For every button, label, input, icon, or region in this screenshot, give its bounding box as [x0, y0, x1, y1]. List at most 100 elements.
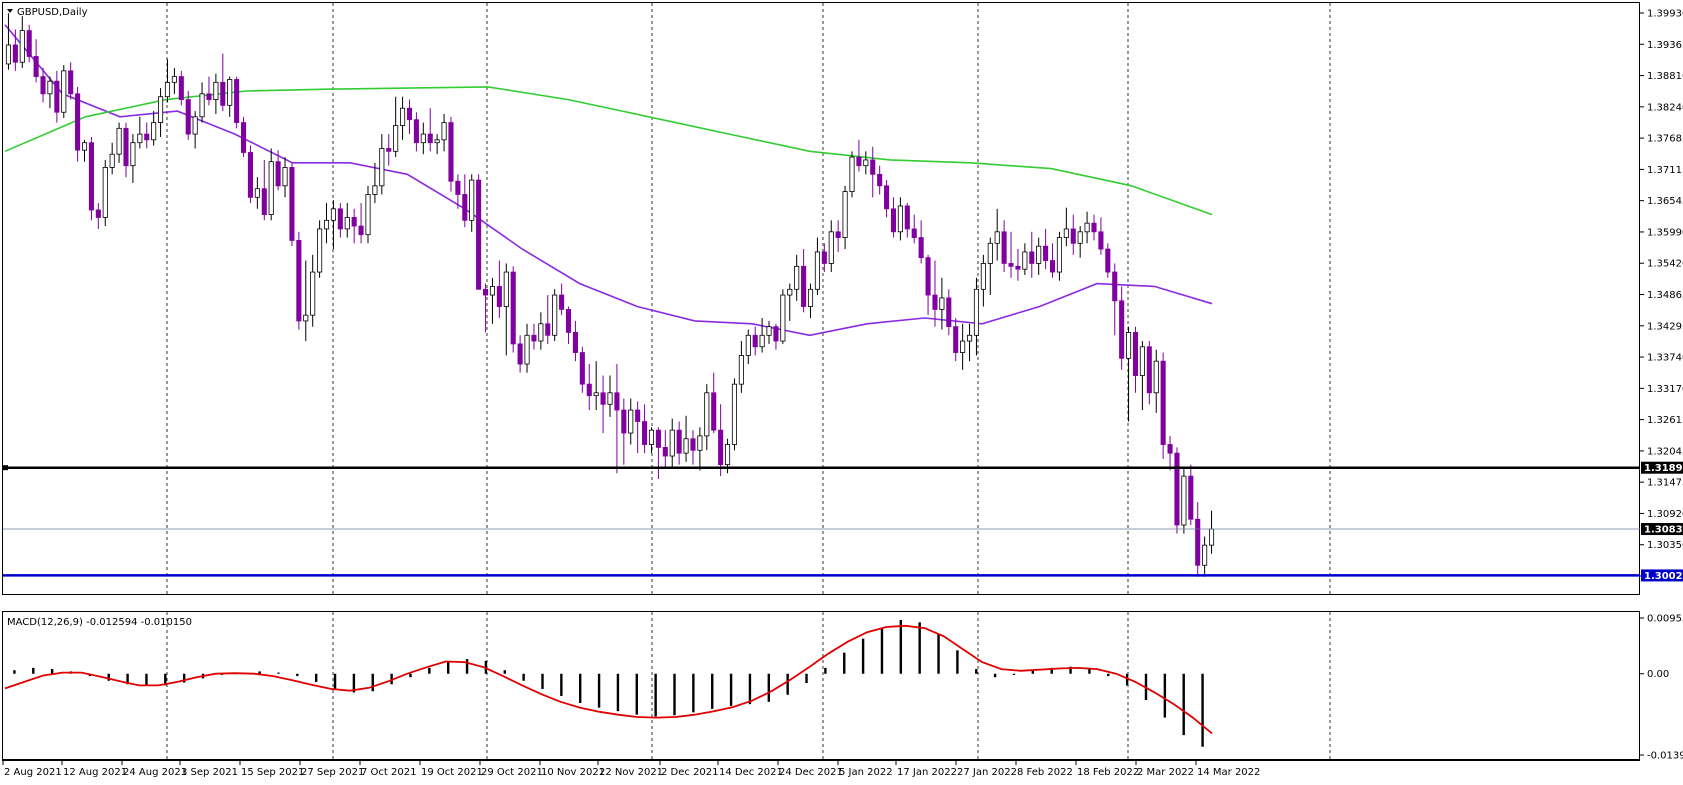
candle-body — [1133, 332, 1137, 375]
price-tick-label: 1.32615 — [1647, 415, 1683, 426]
candle-body — [304, 315, 308, 321]
candle-body — [815, 252, 819, 289]
bear-candle — [248, 146, 252, 203]
candle-body — [497, 286, 501, 306]
candle-body — [1175, 453, 1179, 525]
candle-body — [241, 123, 245, 153]
chart-canvas: GBPUSD,Daily 1.39930 1.39365 1.38810 1.3824… — [0, 0, 1683, 781]
candle-body — [152, 123, 156, 140]
candle-body — [400, 108, 404, 125]
candle-body — [774, 327, 778, 341]
price-tick-label: 1.35990 — [1647, 227, 1683, 238]
candle-body — [649, 430, 653, 444]
candle-body — [933, 295, 937, 309]
candle-body — [850, 157, 854, 191]
candle-body — [1057, 238, 1061, 272]
candle-body — [905, 206, 909, 229]
candle-body — [919, 238, 923, 258]
candle-body — [622, 410, 626, 433]
candle-body — [262, 189, 266, 215]
price-tick-label: 1.33170 — [1647, 384, 1683, 395]
candle-body — [75, 94, 79, 150]
candle-body — [1106, 249, 1110, 272]
candle-body — [767, 327, 771, 336]
price-badge-label: 1.30023 — [1644, 571, 1683, 582]
candle-body — [656, 430, 660, 447]
candle-body — [172, 77, 176, 83]
candle-body — [525, 335, 529, 364]
bull-candle — [732, 378, 736, 450]
candle-body — [546, 324, 550, 335]
candle-body — [864, 160, 868, 166]
candle-body — [34, 56, 38, 76]
candle-body — [1050, 261, 1054, 272]
price-tick-label: 1.37685 — [1647, 134, 1683, 145]
price-tick-label: 1.38810 — [1647, 71, 1683, 82]
price-badge: 1.30023 — [1641, 569, 1683, 582]
candle-body — [221, 82, 225, 105]
candle-body — [89, 143, 93, 210]
candle-body — [103, 167, 107, 217]
time-tick-label: 29 Oct 2021 — [481, 767, 543, 778]
price-tick-label: 1.30920 — [1647, 509, 1683, 520]
candle-body — [1085, 223, 1089, 232]
candle-body — [926, 258, 930, 295]
chart-window: GBPUSD,Daily 1.39930 1.39365 1.38810 1.3824… — [0, 0, 1683, 781]
chart-title-text: GBPUSD,Daily — [17, 7, 88, 18]
candle-body — [158, 97, 162, 123]
candle-body — [96, 210, 100, 217]
candle-body — [884, 186, 888, 209]
candle-body — [580, 353, 584, 385]
candle-body — [366, 194, 370, 234]
candle-body — [1037, 246, 1041, 263]
candle-body — [532, 335, 536, 341]
bear-candle — [476, 174, 480, 289]
time-tick-label: 3 Sep 2021 — [181, 767, 238, 778]
candle-body — [414, 120, 418, 143]
candle-body — [41, 77, 45, 94]
candle-body — [608, 393, 612, 404]
candle-body — [359, 226, 363, 235]
candle-body — [788, 289, 792, 295]
candle-body — [435, 140, 439, 143]
bear-candle — [234, 77, 238, 129]
candle-body — [124, 128, 128, 165]
time-tick-label: 14 Mar 2022 — [1197, 767, 1260, 778]
candle-body — [165, 82, 169, 96]
candle-body — [317, 229, 321, 272]
candle-body — [1078, 232, 1082, 243]
candle-body — [795, 266, 799, 289]
candle-body — [1126, 332, 1130, 358]
candle-body — [186, 100, 190, 134]
candle-body — [131, 143, 135, 166]
candle-body — [311, 272, 315, 315]
price-tick-label: 1.39365 — [1647, 40, 1683, 51]
candle-body — [380, 148, 384, 185]
candle-body — [801, 266, 805, 306]
macd-tick-label: -0.013901 — [1647, 751, 1683, 762]
line-anchor-handle[interactable] — [3, 465, 8, 470]
candle-body — [691, 439, 695, 450]
candle-body — [1009, 263, 1013, 266]
candle-body — [234, 79, 238, 122]
candle-body — [573, 332, 577, 352]
price-tick-label: 1.31475 — [1647, 478, 1683, 489]
candle-body — [62, 71, 66, 112]
price-tick-label: 1.37115 — [1647, 165, 1683, 176]
candle-body — [48, 81, 52, 94]
bull-candle — [103, 160, 107, 226]
price-tick-label: 1.39930 — [1647, 9, 1683, 20]
candle-body — [891, 209, 895, 232]
candle-body — [1071, 229, 1075, 243]
candle-body — [553, 295, 557, 335]
candle-body — [857, 157, 861, 166]
candle-body — [228, 79, 232, 105]
candle-body — [297, 240, 301, 320]
price-tick-label: 1.38240 — [1647, 102, 1683, 113]
candle-body — [670, 430, 674, 456]
candle-body — [373, 186, 377, 195]
candle-body — [746, 335, 750, 355]
bull-candle — [850, 151, 854, 197]
candle-body — [193, 117, 197, 134]
time-tick-label: 5 Jan 2022 — [839, 767, 893, 778]
